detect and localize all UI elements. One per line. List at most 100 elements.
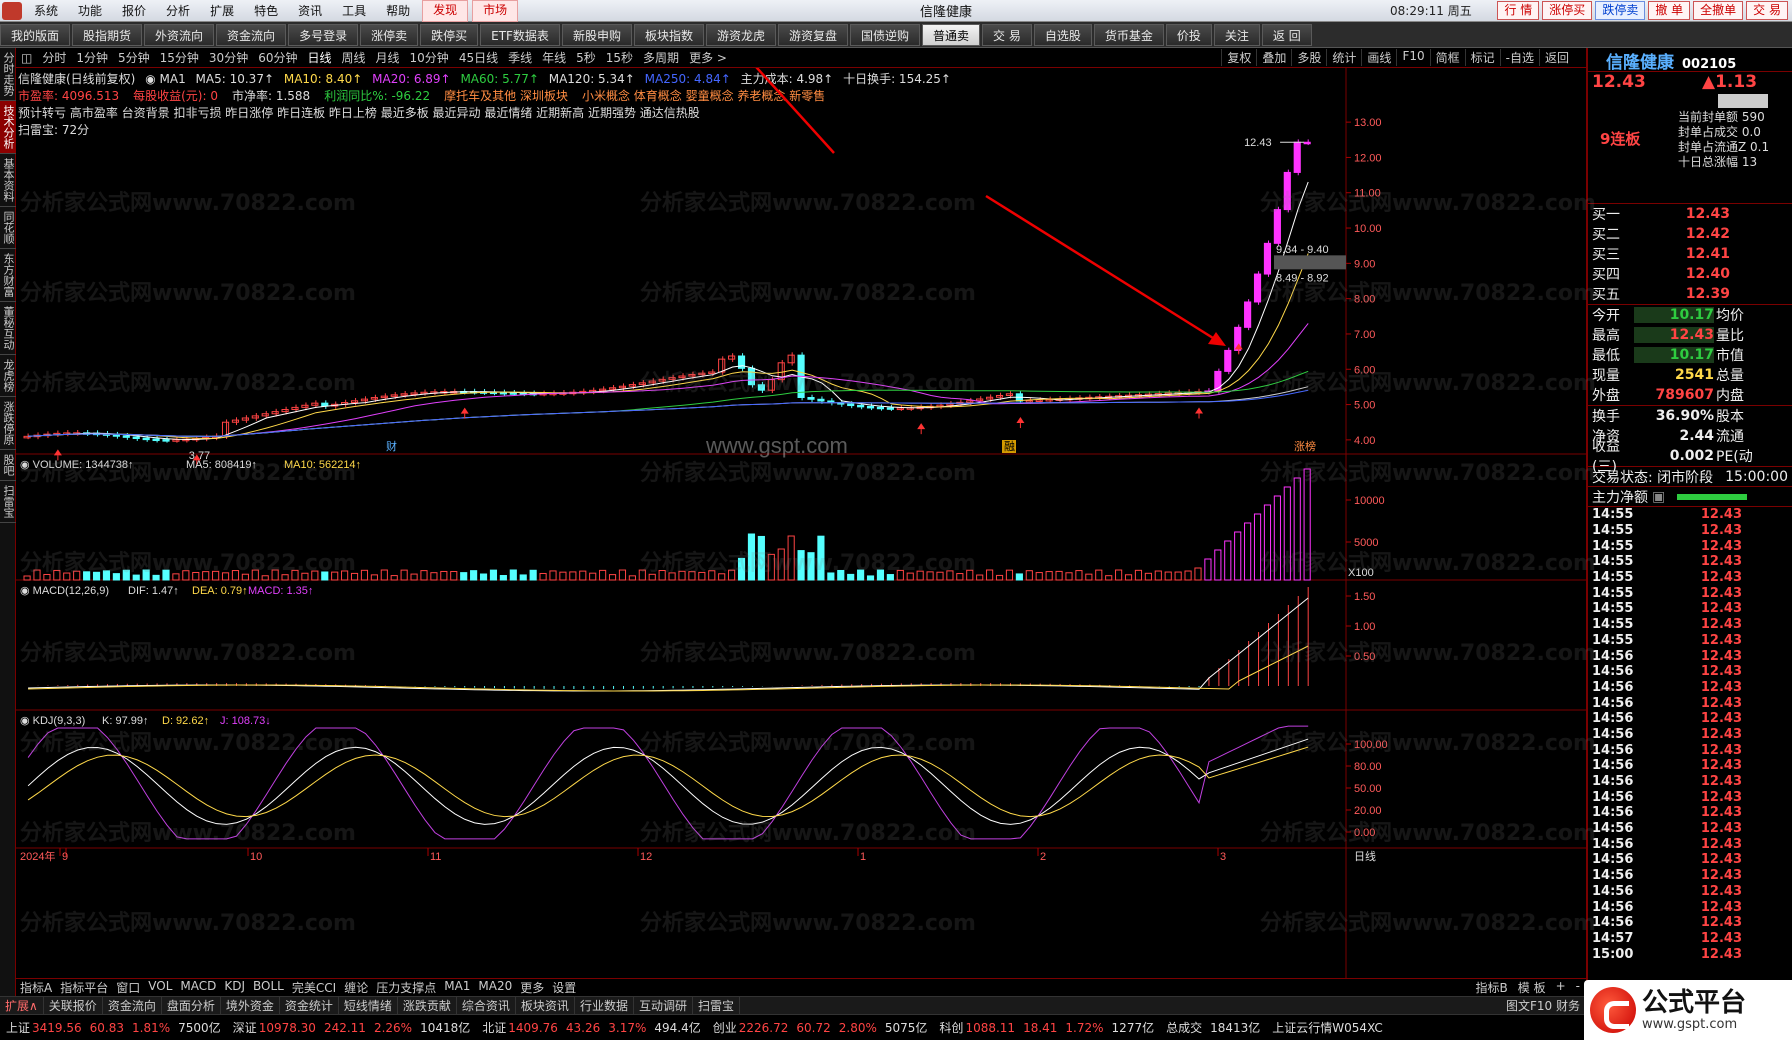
chart-tool-button[interactable]: 标记	[1464, 49, 1500, 66]
indicator-tab[interactable]: 窗口	[112, 979, 144, 996]
period-tab[interactable]: 分时	[37, 49, 71, 66]
period-tab[interactable]: 年线	[537, 49, 571, 66]
menu-hot-item[interactable]: 市场	[472, 0, 519, 22]
indicator-tab[interactable]: MACD	[176, 979, 220, 996]
indicator-tab[interactable]: KDJ	[220, 979, 249, 996]
indicator-tab[interactable]: MA20	[474, 979, 516, 996]
menu-item[interactable]: 工具	[332, 0, 376, 22]
menu-item[interactable]: 特色	[244, 0, 288, 22]
period-tab[interactable]: 30分钟	[204, 49, 253, 66]
extension-tab[interactable]: 综合资讯	[457, 997, 516, 1014]
toolbar-button[interactable]: 新股申购	[561, 23, 632, 46]
extension-tab[interactable]: 关联报价	[44, 997, 103, 1014]
extension-tab[interactable]: 行业数据	[575, 997, 634, 1014]
indicator-tab[interactable]: 设置	[548, 979, 580, 996]
period-tab[interactable]: 45日线	[454, 49, 503, 66]
period-tab[interactable]: 周线	[337, 49, 371, 66]
trade-quick-button[interactable]: 撤 单	[1648, 1, 1691, 20]
tick-list[interactable]: 14:55 12.43 14:55 12.43 14:55 12.43 14:55 12.43…	[1588, 507, 1792, 962]
period-tab[interactable]: 更多 >	[684, 49, 732, 66]
menu-item[interactable]: 系统	[24, 0, 68, 22]
bid-row[interactable]: 买二 12.42	[1588, 224, 1792, 244]
indicator-tab[interactable]: 缠论	[340, 979, 372, 996]
extension-tab[interactable]: 短线情绪	[339, 997, 398, 1014]
stock-header[interactable]: 信隆健康 002105	[1588, 48, 1792, 73]
left-tab[interactable]: 董秘互动	[0, 302, 16, 355]
toolbar-button[interactable]: 返 回	[1261, 23, 1312, 46]
extension-tab[interactable]: 板块资讯	[516, 997, 575, 1014]
toolbar-button[interactable]: 交 易	[982, 23, 1032, 46]
toolbar-button[interactable]: 关注	[1213, 23, 1260, 46]
trade-quick-button[interactable]: 交 易	[1746, 1, 1788, 20]
indicator-tab[interactable]: 完美CCI	[288, 979, 340, 996]
index-quote[interactable]: 深证 10978.30 242.11 2.26% 10418亿	[227, 1019, 477, 1036]
indicator-right-button[interactable]: +	[1556, 979, 1566, 996]
period-tab[interactable]: 60分钟	[253, 49, 302, 66]
trade-quick-button[interactable]: 全撤单	[1693, 1, 1744, 20]
chart-tool-button[interactable]: -自选	[1499, 49, 1539, 66]
toolbar-button[interactable]: 游资龙虎	[705, 23, 776, 46]
trade-quick-button[interactable]: 涨停买	[1542, 1, 1593, 20]
period-tab[interactable]: 多周期	[638, 49, 684, 66]
indicator-tab[interactable]: 指标A	[16, 979, 56, 996]
menu-item[interactable]: 分析	[156, 0, 200, 22]
left-tab[interactable]: 基本资料	[0, 154, 16, 207]
extension-tab[interactable]: 资金流向	[103, 997, 162, 1014]
indicator-tab[interactable]: 更多	[516, 979, 548, 996]
extension-tab[interactable]: 扩展∧	[0, 997, 44, 1014]
indicator-tab[interactable]: 指标平台	[56, 979, 112, 996]
extension-tab[interactable]: 互动调研	[634, 997, 693, 1014]
extension-tab[interactable]: 扫雷宝	[693, 997, 740, 1014]
period-tab[interactable]: 5秒	[571, 49, 601, 66]
chart-tool-button[interactable]: 返回	[1538, 49, 1574, 66]
bid-row[interactable]: 买三 12.41	[1588, 244, 1792, 264]
period-tab[interactable]: 15秒	[601, 49, 638, 66]
period-tab[interactable]: 15分钟	[155, 49, 204, 66]
chart-tool-button[interactable]: 简框	[1429, 49, 1465, 66]
indicator-tab[interactable]: MA1	[440, 979, 474, 996]
toolbar-button[interactable]: 跌停买	[420, 23, 479, 46]
toolbar-button[interactable]: 普通卖	[922, 23, 981, 46]
toolbar-button[interactable]: 价投	[1165, 23, 1212, 46]
menu-item[interactable]: 功能	[68, 0, 112, 22]
menu-item[interactable]: 扩展	[200, 0, 244, 22]
toolbar-button[interactable]: 国债逆购	[850, 23, 921, 46]
index-quote[interactable]: 科创 1088.11 18.41 1.72% 1277亿	[933, 1019, 1160, 1036]
indicator-right-button[interactable]: 模 板	[1518, 979, 1546, 996]
chart-tool-button[interactable]: 画线	[1361, 49, 1396, 66]
indicator-right-button[interactable]: 指标B	[1476, 979, 1508, 996]
trade-quick-button[interactable]: 跌停卖	[1595, 1, 1646, 20]
left-tab[interactable]: 龙虎榜	[0, 355, 16, 397]
left-tab[interactable]: 技术分析	[0, 101, 16, 154]
left-tab[interactable]: 股吧	[0, 450, 16, 481]
chart-tool-button[interactable]: 叠加	[1256, 49, 1291, 66]
extension-tab[interactable]: 盘面分析	[162, 997, 221, 1014]
bid-row[interactable]: 买五 12.39	[1588, 284, 1792, 304]
period-tab[interactable]: 5分钟	[113, 49, 155, 66]
index-quote[interactable]: 北证 1409.76 43.26 3.17% 494.4亿	[476, 1019, 706, 1036]
toolbar-button[interactable]: 货币基金	[1093, 23, 1164, 46]
period-tab[interactable]: 1分钟	[71, 49, 113, 66]
toolbar-button[interactable]: ETF数据表	[480, 23, 560, 46]
trade-quick-button[interactable]: 行 情	[1497, 1, 1540, 20]
menu-item[interactable]: 帮助	[376, 0, 420, 22]
menu-item[interactable]: 报价	[112, 0, 156, 22]
toolbar-button[interactable]: 板块指数	[633, 23, 704, 46]
toolbar-button[interactable]: 自选股	[1033, 23, 1092, 46]
menu-hot-item[interactable]: 发现	[422, 0, 469, 22]
period-tab[interactable]: 季线	[503, 49, 537, 66]
extension-tab[interactable]: 资金统计	[280, 997, 339, 1014]
index-quote[interactable]: 创业 2226.72 60.72 2.80% 5075亿	[707, 1019, 934, 1036]
toolbar-button[interactable]: 游资复盘	[777, 23, 848, 46]
left-tab[interactable]: 东方财富	[0, 249, 16, 302]
indicator-right-button[interactable]: -	[1576, 979, 1580, 996]
chart-tool-button[interactable]: 统计	[1326, 49, 1361, 66]
kline-chart[interactable]: 13.0012.0011.0010.009.008.007.006.005.00…	[16, 68, 1586, 978]
chart-tool-button[interactable]: F10	[1396, 49, 1429, 66]
extension-tab[interactable]: 涨跌贡献	[398, 997, 457, 1014]
collapse-icon[interactable]	[1718, 94, 1768, 108]
left-tab[interactable]: 扫雷宝	[0, 481, 16, 523]
indicator-tab[interactable]: 压力支撑点	[372, 979, 440, 996]
chart-tool-button[interactable]: 多股	[1291, 49, 1326, 66]
bid-row[interactable]: 买四 12.40	[1588, 264, 1792, 284]
